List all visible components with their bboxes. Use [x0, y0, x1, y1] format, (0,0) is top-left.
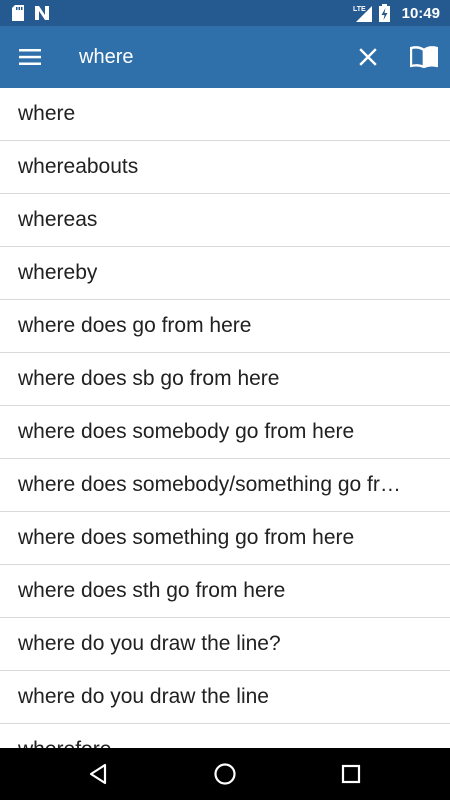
recents-icon	[341, 764, 361, 784]
result-item[interactable]: where does go from here	[0, 300, 450, 353]
result-item[interactable]: where do you draw the line?	[0, 618, 450, 671]
clear-search-button[interactable]	[352, 41, 384, 73]
close-icon	[359, 48, 377, 66]
status-right: LTE 10:49	[353, 3, 440, 23]
results-list: where whereabouts whereas whereby where …	[0, 88, 450, 748]
back-button[interactable]	[84, 760, 112, 788]
menu-button[interactable]	[14, 41, 46, 73]
back-icon	[89, 763, 107, 785]
result-item[interactable]: wherefore	[0, 724, 450, 748]
result-label: where does something go from here	[18, 526, 355, 549]
status-bar: LTE 10:49	[0, 0, 450, 26]
result-label: where does go from here	[18, 314, 252, 337]
status-left	[12, 4, 50, 22]
result-item[interactable]: where	[0, 88, 450, 141]
recents-button[interactable]	[337, 760, 365, 788]
menu-icon	[19, 49, 41, 65]
book-icon	[410, 46, 438, 68]
result-item[interactable]: where do you draw the line	[0, 671, 450, 724]
clock: 10:49	[401, 4, 440, 22]
result-label: where does somebody/something go from he…	[18, 473, 412, 496]
result-label: where do you draw the line	[18, 685, 269, 708]
home-button[interactable]	[211, 760, 239, 788]
result-label: whereabouts	[18, 155, 139, 178]
network-type-label: LTE	[353, 6, 366, 13]
result-item[interactable]: whereby	[0, 247, 450, 300]
result-item[interactable]: where does sth go from here	[0, 565, 450, 618]
battery-charging-icon	[378, 4, 390, 22]
signal-icon: LTE	[353, 6, 372, 22]
result-item[interactable]: whereabouts	[0, 141, 450, 194]
result-item[interactable]: whereas	[0, 194, 450, 247]
n-notification-icon	[35, 6, 49, 20]
result-label: whereas	[18, 208, 98, 231]
result-item[interactable]: where does somebody go from here	[0, 406, 450, 459]
result-label: wherefore	[18, 738, 111, 748]
search-input[interactable]: where	[79, 44, 133, 70]
result-label: where does sb go from here	[18, 367, 280, 390]
home-icon	[214, 763, 236, 785]
sd-card-icon	[12, 5, 24, 21]
dictionary-button[interactable]	[406, 41, 442, 73]
toolbar: where	[0, 26, 450, 88]
result-label: whereby	[18, 261, 98, 284]
result-item[interactable]: where does something go from here	[0, 512, 450, 565]
result-item[interactable]: where does somebody/something go from he…	[0, 459, 450, 512]
result-label: where	[18, 102, 76, 125]
navigation-bar	[0, 748, 450, 800]
result-item[interactable]: where does sb go from here	[0, 353, 450, 406]
result-label: where does sth go from here	[18, 579, 286, 602]
result-label: where do you draw the line?	[18, 632, 281, 655]
result-label: where does somebody go from here	[18, 420, 355, 443]
